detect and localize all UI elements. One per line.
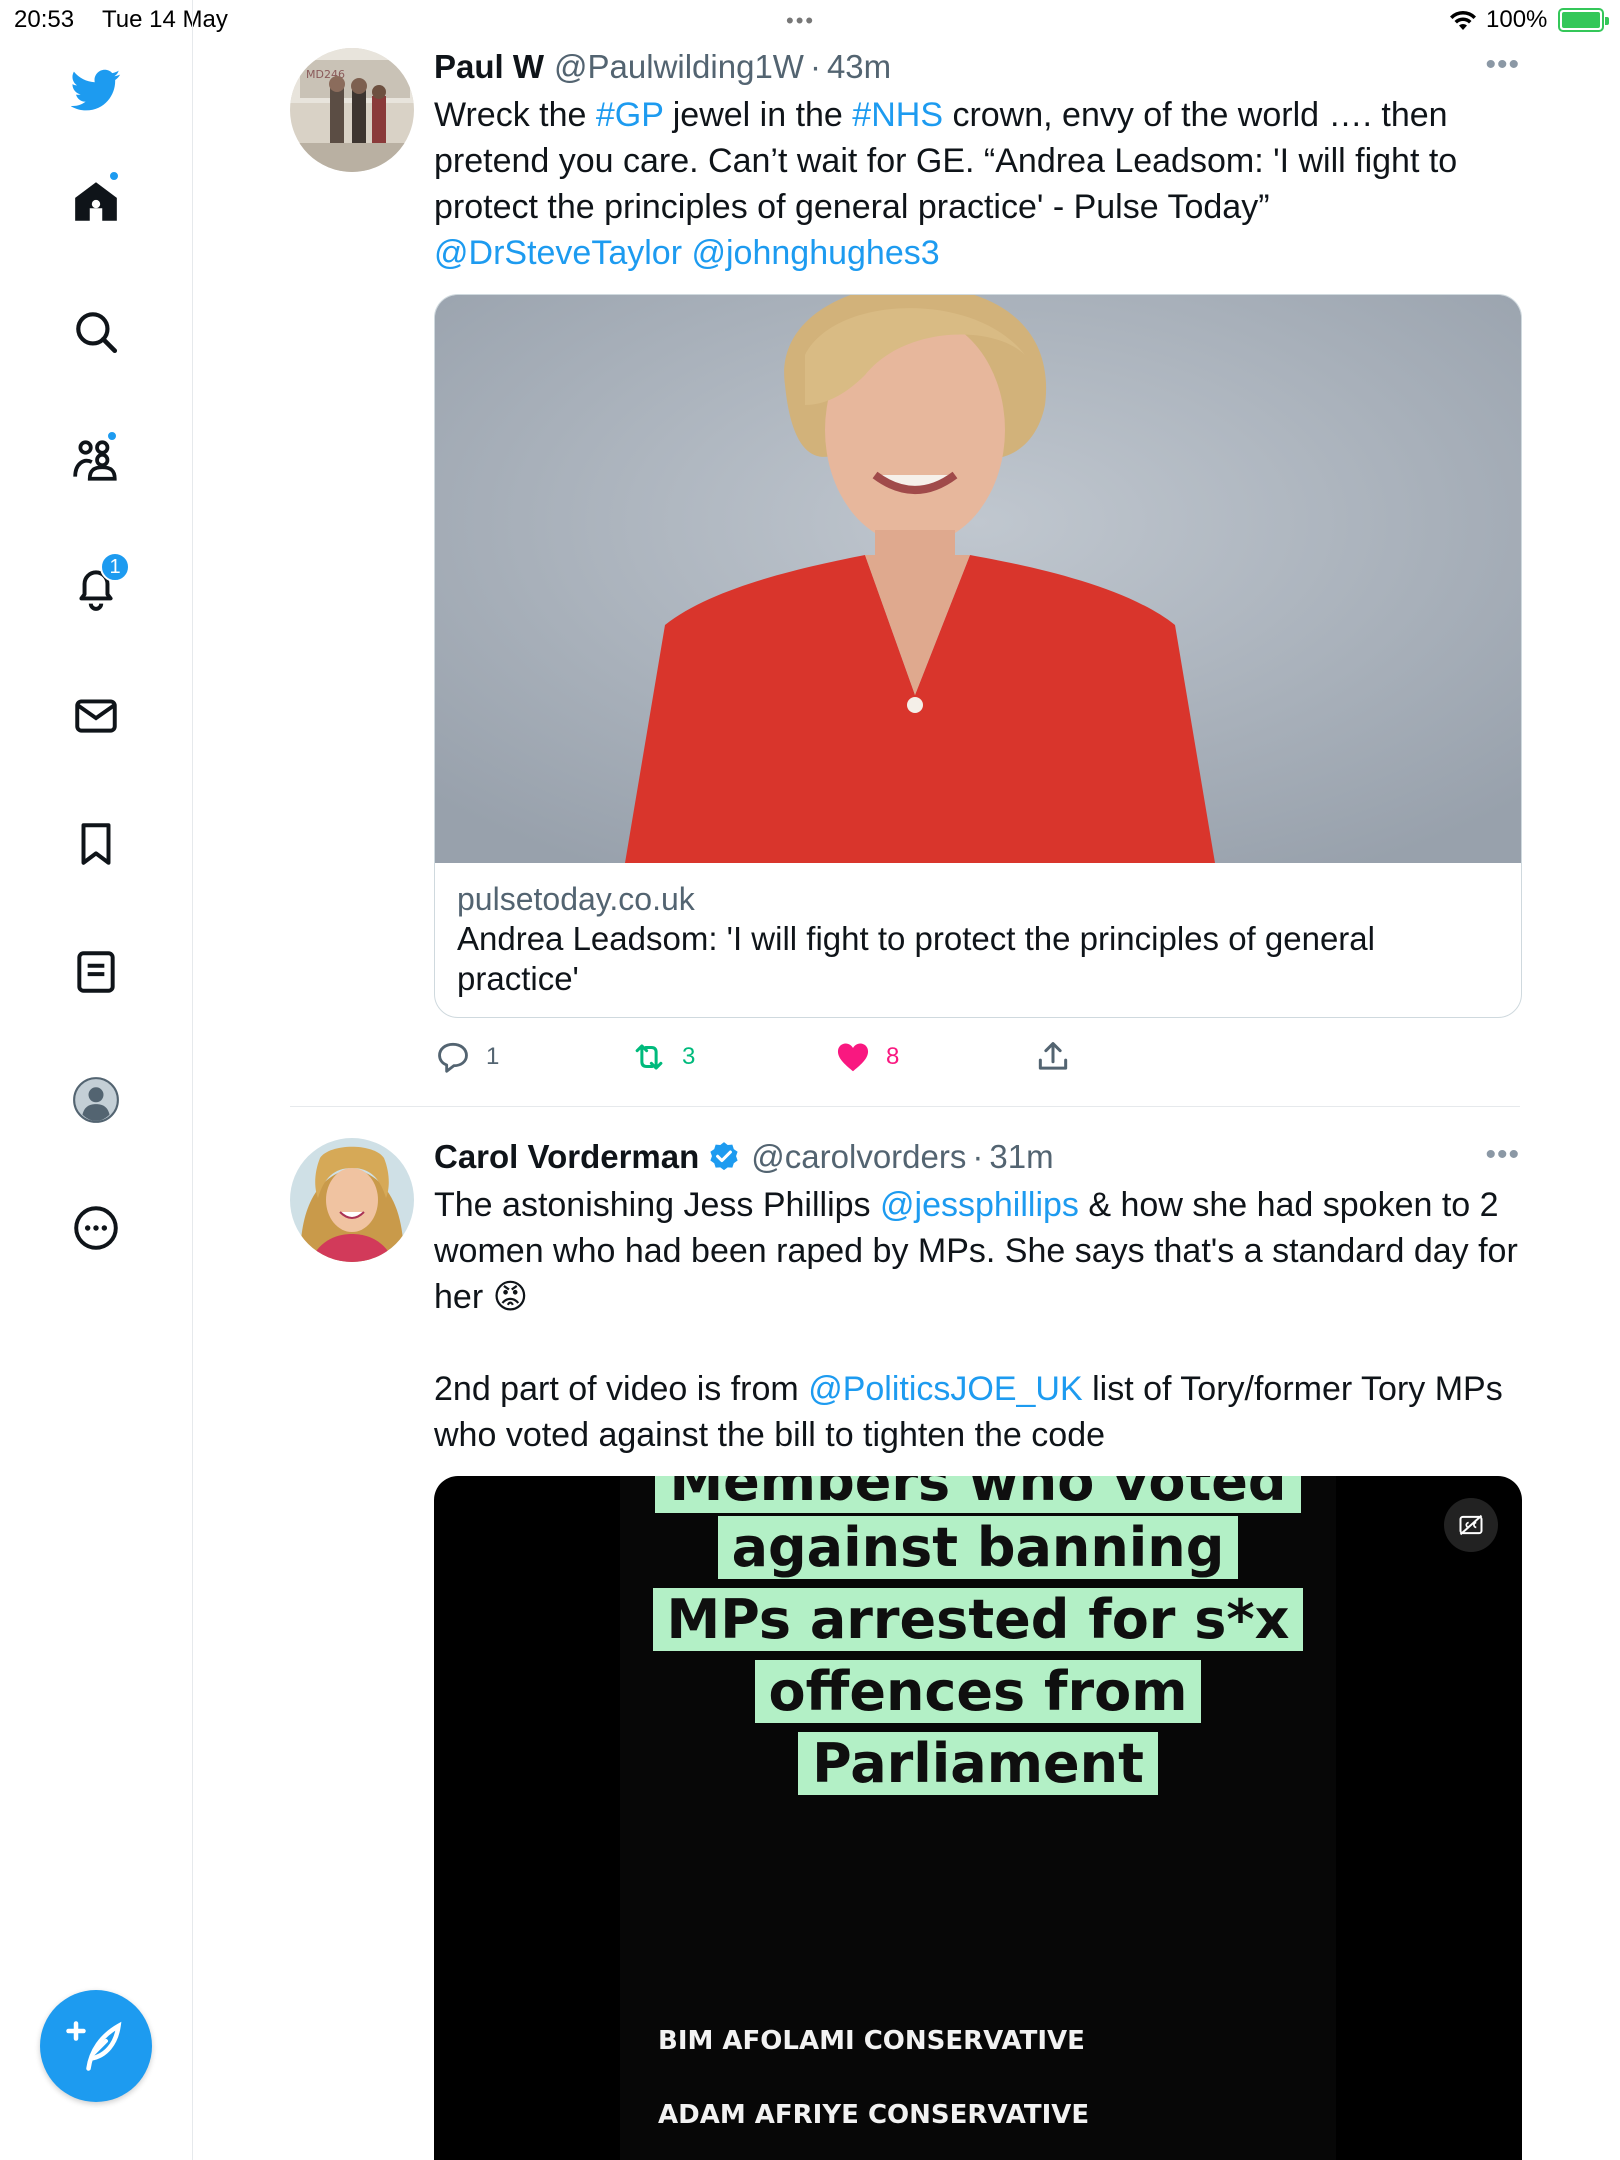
battery-percent: 100% bbox=[1486, 6, 1548, 33]
tweet[interactable]: Carol Vorderman @carolvorders · 31m ••• … bbox=[290, 1138, 1522, 2160]
more-options-icon[interactable]: ••• bbox=[1485, 48, 1520, 82]
video-caption-line: Parliament bbox=[434, 1728, 1522, 1800]
avatar[interactable]: MD246 bbox=[290, 48, 414, 172]
heart-icon bbox=[837, 1043, 869, 1072]
tweet-divider bbox=[290, 1106, 1520, 1107]
caption-text: against banning bbox=[717, 1516, 1239, 1579]
like-count: 8 bbox=[886, 1043, 900, 1070]
captions-icon[interactable] bbox=[1444, 1498, 1498, 1552]
bookmark-icon[interactable] bbox=[66, 814, 126, 874]
author-name[interactable]: Paul W bbox=[434, 48, 544, 86]
reply-icon bbox=[438, 1042, 468, 1073]
compose-button[interactable] bbox=[40, 1990, 152, 2102]
link-card[interactable]: pulsetoday.co.uk Andrea Leadsom: 'I will… bbox=[434, 294, 1522, 1018]
angry-face-emoji: 😡 bbox=[492, 1278, 529, 1316]
caption-text: MPs arrested for s*x bbox=[652, 1588, 1304, 1651]
verified-badge-icon bbox=[710, 1142, 738, 1171]
video-player[interactable]: Members who voted against banning MPs ar… bbox=[434, 1476, 1522, 2160]
twitter-bird-icon[interactable] bbox=[66, 60, 126, 120]
share-button[interactable] bbox=[1034, 1038, 1086, 1076]
list-icon[interactable] bbox=[66, 942, 126, 1002]
battery-icon bbox=[1558, 8, 1609, 32]
home-unread-dot bbox=[108, 170, 120, 182]
reply-count: 1 bbox=[486, 1043, 500, 1070]
tweet-header: Carol Vorderman @carolvorders · 31m bbox=[434, 1138, 1054, 1176]
mention-link[interactable]: @PoliticsJOE_UK bbox=[808, 1370, 1082, 1408]
video-credit-line: BIM AFOLAMI CONSERVATIVE bbox=[658, 2026, 1085, 2056]
more-circle-icon[interactable] bbox=[66, 1198, 126, 1258]
compose-feather-icon bbox=[66, 2021, 122, 2071]
text-segment: jewel in the bbox=[663, 96, 853, 134]
card-title: Andrea Leadsom: 'I will fight to protect… bbox=[457, 920, 1375, 997]
communities-icon[interactable] bbox=[66, 430, 126, 490]
avatar[interactable] bbox=[290, 1138, 414, 1262]
caption-text: Parliament bbox=[798, 1732, 1158, 1795]
tweet-header: Paul W @Paulwilding1W · 43m bbox=[434, 48, 891, 86]
notifications-badge: 1 bbox=[100, 552, 130, 582]
mention-link[interactable]: @jessphillips bbox=[880, 1186, 1079, 1224]
retweet-button[interactable]: 3 bbox=[630, 1038, 695, 1076]
video-caption-line: against banning bbox=[434, 1512, 1522, 1584]
envelope-icon[interactable] bbox=[66, 686, 126, 746]
separator: · bbox=[809, 48, 821, 85]
bell-icon[interactable]: 1 bbox=[66, 552, 130, 618]
profile-avatar-icon[interactable] bbox=[66, 1070, 126, 1130]
author-handle[interactable]: @Paulwilding1W bbox=[554, 48, 804, 86]
retweet-count: 3 bbox=[682, 1043, 696, 1070]
separator: · bbox=[972, 1138, 984, 1175]
communities-unread-dot bbox=[106, 430, 118, 442]
wifi-icon bbox=[1448, 8, 1478, 39]
text-segment: The astonishing Jess Phillips bbox=[434, 1186, 881, 1224]
tweet-time[interactable]: 43m bbox=[827, 48, 891, 86]
author-handle[interactable]: @carolvorders bbox=[751, 1138, 966, 1176]
caption-text: offences from bbox=[754, 1660, 1202, 1723]
tweet-text: The astonishing Jess Phillips @jessphill… bbox=[434, 1182, 1524, 1458]
share-icon bbox=[1038, 1042, 1068, 1070]
mention-link[interactable]: @DrSteveTaylor bbox=[434, 234, 682, 272]
hashtag-link[interactable]: #GP bbox=[596, 96, 663, 134]
text-segment: Wreck the bbox=[434, 96, 596, 134]
search-icon[interactable] bbox=[66, 302, 126, 362]
caption-text: Members who voted bbox=[655, 1476, 1301, 1513]
video-caption-line: MPs arrested for s*x bbox=[434, 1584, 1522, 1656]
like-button[interactable]: 8 bbox=[834, 1038, 899, 1076]
reply-button[interactable]: 1 bbox=[434, 1038, 499, 1076]
sidebar: 1 bbox=[0, 0, 193, 2160]
status-bar: 20:53 Tue 14 May ••• 100% bbox=[0, 0, 1620, 40]
card-image bbox=[435, 295, 1521, 863]
tweet[interactable]: MD246 Paul W @Paulwilding1W · 43m ••• Wr… bbox=[290, 48, 1522, 1088]
tweet-actions: 1 3 8 bbox=[434, 1038, 1114, 1078]
mention-link[interactable]: @johnghughes3 bbox=[691, 234, 939, 272]
video-credit-line: ADAM AFRIYE CONSERVATIVE bbox=[658, 2100, 1090, 2130]
multitasking-dots[interactable]: ••• bbox=[786, 8, 815, 34]
text-segment: 2nd part of video is from bbox=[434, 1370, 809, 1408]
tweet-time[interactable]: 31m bbox=[989, 1138, 1053, 1176]
more-options-icon[interactable]: ••• bbox=[1485, 1138, 1520, 1172]
hashtag-link[interactable]: #NHS bbox=[852, 96, 943, 134]
home-icon[interactable] bbox=[66, 170, 126, 232]
tweet-text: Wreck the #GP jewel in the #NHS crown, e… bbox=[434, 92, 1524, 276]
video-caption-line: offences from bbox=[434, 1656, 1522, 1728]
retweet-icon bbox=[635, 1044, 663, 1070]
card-domain: pulsetoday.co.uk bbox=[457, 881, 695, 917]
author-name[interactable]: Carol Vorderman bbox=[434, 1138, 699, 1176]
